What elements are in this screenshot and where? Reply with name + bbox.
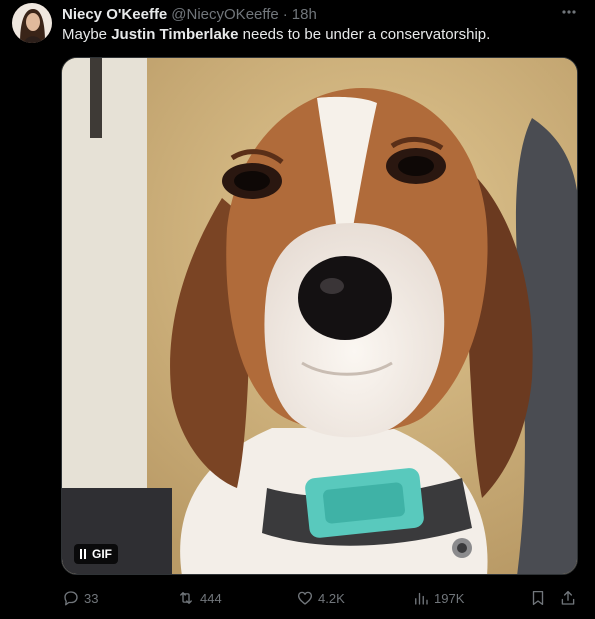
tweet-text-bold: Justin Timberlake bbox=[111, 26, 239, 43]
gif-badge-label: GIF bbox=[92, 547, 112, 561]
avatar-image bbox=[12, 3, 52, 43]
like-button[interactable]: 4.2K bbox=[296, 588, 345, 608]
repost-button[interactable]: 444 bbox=[176, 588, 222, 608]
gif-media[interactable]: GIF bbox=[61, 57, 578, 575]
views-button[interactable]: 197K bbox=[412, 588, 464, 608]
header-separator: · bbox=[282, 5, 288, 23]
tweet: Niecy O'Keeffe @NiecyOKeeffe · 18h Maybe… bbox=[0, 0, 595, 619]
author-handle[interactable]: @NiecyOKeeffe bbox=[171, 6, 279, 23]
tweet-header: Niecy O'Keeffe @NiecyOKeeffe · 18h bbox=[62, 4, 317, 24]
more-options-button[interactable] bbox=[557, 2, 581, 22]
heart-icon bbox=[297, 591, 313, 605]
tweet-text-before: Maybe bbox=[62, 26, 112, 43]
reply-icon bbox=[64, 591, 78, 606]
gif-badge[interactable]: GIF bbox=[74, 544, 118, 564]
repost-icon bbox=[180, 592, 192, 604]
more-horizontal-icon bbox=[562, 10, 576, 14]
repost-count: 444 bbox=[200, 590, 222, 606]
like-count: 4.2K bbox=[318, 590, 345, 606]
avatar[interactable] bbox=[12, 3, 52, 43]
tweet-actions: 33 444 4.2K 197K bbox=[62, 588, 582, 608]
views-count: 197K bbox=[434, 590, 465, 606]
share-button[interactable] bbox=[559, 588, 577, 608]
tweet-timestamp[interactable]: 18h bbox=[292, 6, 317, 23]
reply-button[interactable]: 33 bbox=[62, 588, 98, 608]
bookmark-icon bbox=[532, 590, 544, 606]
bookmark-button[interactable] bbox=[529, 588, 547, 608]
tweet-text: Maybe Justin Timberlake needs to be unde… bbox=[62, 25, 490, 45]
dog-gif-image bbox=[62, 58, 577, 574]
pause-icon bbox=[80, 549, 86, 559]
author-display-name[interactable]: Niecy O'Keeffe bbox=[62, 6, 167, 23]
reply-count: 33 bbox=[84, 590, 99, 606]
views-icon bbox=[415, 592, 428, 605]
share-icon bbox=[561, 590, 575, 605]
tweet-text-after: needs to be under a conservatorship. bbox=[238, 26, 491, 43]
